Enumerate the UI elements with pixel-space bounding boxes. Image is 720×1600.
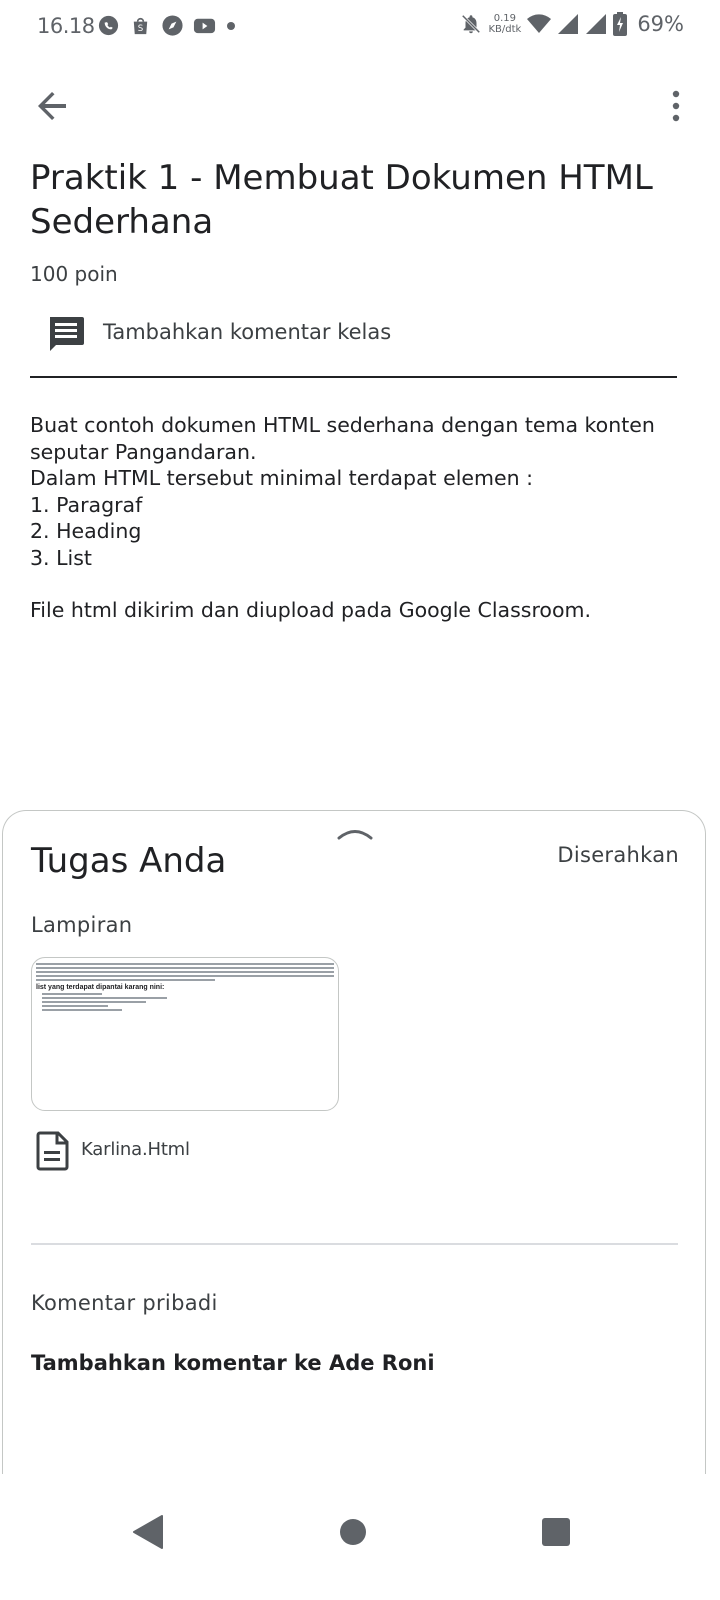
- attachments-label: Lampiran: [31, 913, 133, 937]
- signal-icon: [558, 14, 579, 34]
- your-work-title: Tugas Anda: [31, 841, 227, 881]
- preview-list-item: [42, 1009, 123, 1011]
- description-line: 1. Paragraf: [30, 492, 143, 517]
- description-line: 3. List: [30, 545, 92, 570]
- net-speed: 0.19 KB/dtk: [488, 13, 522, 35]
- submission-status: Diserahkan: [557, 843, 679, 867]
- preview-text-line: [36, 979, 215, 981]
- back-triangle-icon[interactable]: [128, 1512, 168, 1552]
- wifi-icon: [527, 14, 552, 33]
- home-circle-icon[interactable]: [333, 1512, 373, 1552]
- description-blank-line: [30, 571, 670, 597]
- system-nav-bar: [0, 1474, 720, 1600]
- youtube-icon: [193, 18, 216, 34]
- status-time: 16.18: [37, 14, 95, 38]
- preview-list-item: [42, 997, 168, 999]
- comment-icon: [50, 317, 84, 351]
- description-line: File html dikirim dan diupload pada Goog…: [30, 598, 591, 622]
- svg-text:S: S: [138, 24, 143, 34]
- notification-icons: S: [97, 14, 235, 37]
- divider: [31, 1243, 678, 1245]
- notifications-off-icon: [462, 14, 481, 34]
- description-line: Dalam HTML tersebut minimal terdapat ele…: [30, 466, 534, 490]
- attachment-thumbnail: list yang terdapat dipantai karang nini:: [36, 961, 334, 1013]
- compass-icon: [162, 15, 183, 36]
- dot-icon: [227, 21, 235, 30]
- preview-list-item: [42, 1005, 108, 1007]
- arrow-back-icon[interactable]: [28, 82, 76, 130]
- private-comments-label: Komentar pribadi: [31, 1291, 218, 1315]
- recents-square-icon[interactable]: [536, 1512, 576, 1552]
- preview-text-line: [36, 967, 334, 969]
- preview-list-item: [42, 1001, 147, 1003]
- assignment-title: Praktik 1 - Membuat Dokumen HTML Sederha…: [30, 158, 653, 242]
- preview-text-line: [36, 963, 334, 965]
- status-bar: 16.18 S 0.19 KB/dtk 69%: [0, 0, 720, 52]
- preview-list-item: [42, 993, 102, 995]
- battery-percent: 69%: [637, 12, 684, 36]
- attachment-file[interactable]: Karlina.Html: [31, 1129, 331, 1173]
- preview-text-line: [36, 971, 334, 973]
- preview-heading: list yang terdapat dipantai karang nini:: [36, 984, 165, 991]
- assignment-points: 100 poin: [30, 262, 118, 286]
- description-line: 2. Heading: [30, 519, 142, 543]
- whatsapp-icon: [98, 15, 119, 36]
- add-private-comment-button[interactable]: Tambahkan komentar ke Ade Roni: [31, 1351, 435, 1375]
- preview-text-line: [36, 975, 334, 977]
- attachment-file-name: Karlina.Html: [81, 1139, 190, 1160]
- your-work-sheet[interactable]: Tugas Anda Diserahkan Lampiran list yang…: [2, 810, 706, 1511]
- battery-charging-icon: [613, 12, 628, 36]
- status-indicators: 0.19 KB/dtk 69%: [460, 12, 684, 36]
- expand-less-icon[interactable]: [336, 823, 374, 841]
- assignment-description: Buat contoh dokumen HTML sederhana denga…: [30, 412, 670, 624]
- more-vert-icon[interactable]: [664, 82, 688, 130]
- shopee-icon: S: [133, 18, 148, 34]
- add-class-comment[interactable]: Tambahkan komentar kelas: [30, 306, 677, 378]
- class-comment-placeholder: Tambahkan komentar kelas: [103, 320, 392, 344]
- top-app-bar: [0, 72, 720, 136]
- signal-icon: [586, 14, 607, 34]
- attachment-preview-card[interactable]: list yang terdapat dipantai karang nini:: [31, 957, 339, 1111]
- file-document-icon: [36, 1131, 69, 1171]
- description-line: Buat contoh dokumen HTML sederhana denga…: [30, 413, 655, 464]
